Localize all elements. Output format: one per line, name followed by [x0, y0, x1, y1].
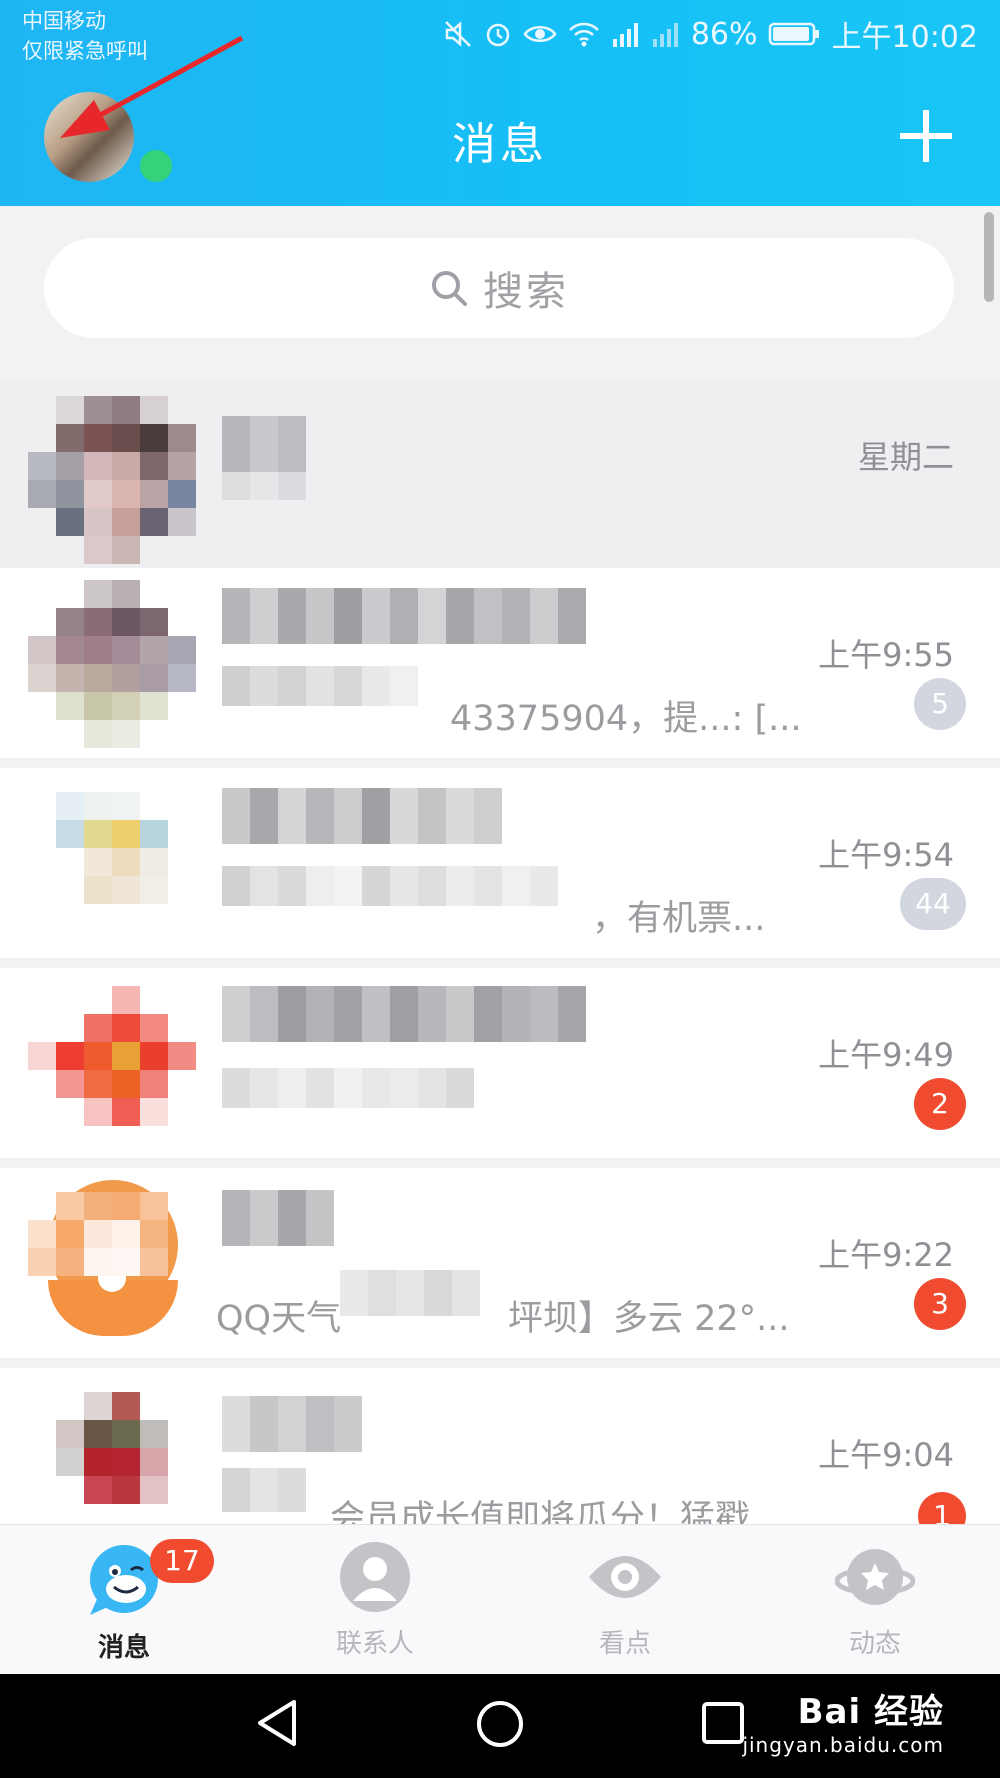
message-preview-blurred [222, 1468, 306, 1518]
system-nav-bar: Bai 经验 jingyan.baidu.com [0, 1674, 1000, 1778]
wifi-icon [568, 22, 599, 47]
baidu-jingyan-watermark: Bai 经验 jingyan.baidu.com [742, 1684, 944, 1757]
planet-star-icon [835, 1549, 915, 1605]
contact-name-blurred [222, 1396, 362, 1452]
conversation-row[interactable]: 上午9:49 2 [0, 968, 1000, 1158]
watermark-url: jingyan.baidu.com [742, 1733, 944, 1757]
message-time: 上午9:04 [818, 1436, 954, 1474]
contact-name-blurred [222, 788, 502, 844]
status-icons: 86% 上午10:02 [443, 14, 978, 55]
tab-label: 消息 [97, 1633, 150, 1663]
plus-icon[interactable] [900, 110, 952, 162]
contact-name-blurred [222, 1190, 334, 1246]
home-icon[interactable] [474, 1698, 526, 1750]
tab-label: 联系人 [335, 1629, 414, 1659]
mute-icon [444, 21, 471, 47]
conversation-row[interactable]: 星期二 [0, 378, 1000, 568]
message-preview-blurred [340, 1270, 480, 1320]
message-preview-tail: 坪坝】多云 22°... [508, 1299, 790, 1339]
back-icon[interactable] [254, 1698, 300, 1748]
message-preview-blurred [222, 666, 418, 716]
message-time: 上午9:55 [818, 636, 954, 674]
battery-percent: 86% [690, 16, 758, 52]
tab-contacts[interactable]: 联系人 [295, 1539, 455, 1660]
contact-avatar [28, 780, 194, 946]
tab-discover[interactable]: 看点 [545, 1539, 705, 1660]
message-time: 上午9:54 [818, 836, 954, 874]
tab-feeds[interactable]: 动态 [795, 1539, 955, 1660]
message-time: 上午9:49 [818, 1036, 954, 1074]
message-preview: 43375904，提...: [... [450, 699, 802, 739]
unread-badge: 5 [914, 678, 966, 730]
bottom-tab-bar: 消息 17 联系人 看点 动态 [0, 1524, 1000, 1675]
message-time: 上午9:22 [818, 1236, 954, 1274]
search-icon [432, 271, 467, 306]
contacts-icon [340, 1542, 410, 1612]
tab-label: 看点 [598, 1629, 651, 1659]
message-time: 星期二 [857, 438, 954, 476]
app-header: 中国移动 仅限紧急呼叫 86% 上午10:02 消息 [0, 0, 1000, 206]
contact-name-blurred [222, 588, 586, 644]
signal-icon [652, 23, 678, 47]
eye-view-icon [589, 1556, 661, 1598]
signal-4g-icon [612, 23, 638, 47]
watermark-logo: Bai 经验 [797, 1692, 944, 1732]
contact-avatar [28, 390, 196, 564]
recents-icon[interactable] [700, 1700, 746, 1746]
unread-badge: 2 [914, 1078, 966, 1130]
search-bar[interactable]: 搜索 [44, 238, 954, 338]
contact-avatar [28, 1180, 194, 1346]
status-time: 上午10:02 [831, 20, 978, 55]
eye-icon [523, 26, 557, 42]
unread-badge: 3 [914, 1278, 966, 1330]
conversation-row[interactable]: 43375904，提...: [... 上午9:55 5 [0, 568, 1000, 758]
message-preview-blurred [222, 472, 306, 522]
contact-avatar [28, 580, 196, 748]
tab-label: 动态 [848, 1629, 901, 1659]
page-title: 消息 [452, 119, 548, 170]
conversation-row[interactable]: ，有机票... 上午9:54 44 [0, 768, 1000, 958]
battery-icon [768, 22, 819, 46]
conversation-row[interactable]: QQ天气 坪坝】多云 22°... 上午9:22 3 [0, 1168, 1000, 1358]
message-preview-blurred [222, 1068, 474, 1118]
contact-avatar [28, 980, 196, 1146]
unread-badge: 44 [900, 878, 966, 930]
alarm-icon [486, 23, 510, 47]
search-placeholder: 搜索 [483, 269, 569, 315]
contact-name-blurred [222, 416, 306, 472]
message-preview: QQ天气 [216, 1299, 342, 1339]
tab-unread-badge: 17 [150, 1539, 214, 1583]
scrollbar[interactable] [984, 212, 994, 302]
message-preview: ，有机票... [592, 899, 766, 939]
contact-name-blurred [222, 986, 586, 1042]
message-preview-blurred [222, 866, 558, 916]
contact-avatar [28, 1380, 194, 1546]
